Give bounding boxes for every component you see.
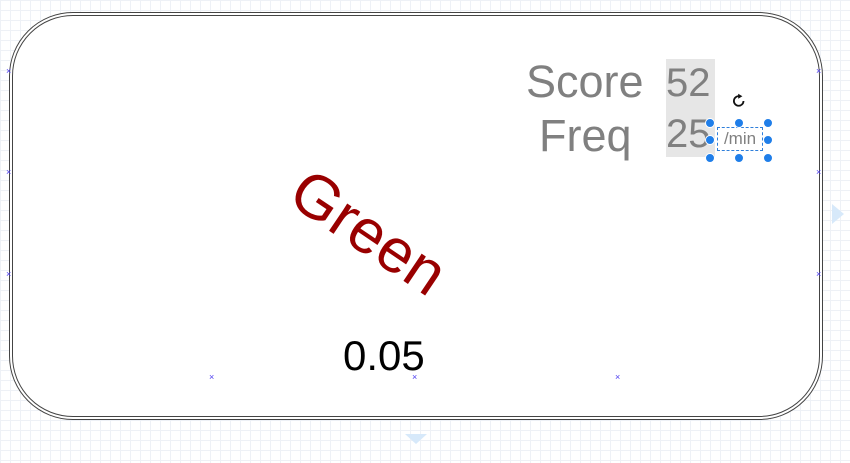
connection-point-icon[interactable]: ×	[816, 270, 821, 279]
connection-point-icon[interactable]: ×	[6, 270, 11, 279]
resize-handle-bottom-right[interactable]	[763, 153, 773, 163]
rotate-icon[interactable]	[730, 92, 748, 110]
expand-arrow-icon[interactable]	[832, 204, 844, 224]
resize-handle-top[interactable]	[734, 118, 744, 128]
freq-value[interactable]: 25	[666, 107, 715, 157]
expand-arrow-icon[interactable]	[405, 434, 427, 444]
resize-handle-right[interactable]	[763, 135, 773, 145]
diagram-canvas[interactable]: Score 52 Freq 25 /min Green 0.05 × × × ×…	[0, 0, 850, 463]
connection-point-icon[interactable]: ×	[6, 168, 11, 177]
connection-point-icon[interactable]: ×	[816, 67, 821, 76]
resize-handle-bottom[interactable]	[734, 153, 744, 163]
freq-label[interactable]: Freq	[539, 113, 632, 158]
score-value[interactable]: 52	[666, 59, 715, 107]
value-text[interactable]: 0.05	[343, 335, 425, 377]
unit-label-selected[interactable]: /min	[717, 127, 763, 151]
connection-point-icon[interactable]: ×	[209, 373, 214, 382]
resize-handle-top-right[interactable]	[763, 118, 773, 128]
connection-point-icon[interactable]: ×	[412, 373, 417, 382]
connection-point-icon[interactable]: ×	[6, 67, 11, 76]
score-label[interactable]: Score	[526, 59, 644, 104]
resize-handle-left[interactable]	[705, 135, 715, 145]
connection-point-icon[interactable]: ×	[816, 168, 821, 177]
connection-point-icon[interactable]: ×	[615, 373, 620, 382]
resize-handle-bottom-left[interactable]	[705, 153, 715, 163]
resize-handle-top-left[interactable]	[705, 118, 715, 128]
